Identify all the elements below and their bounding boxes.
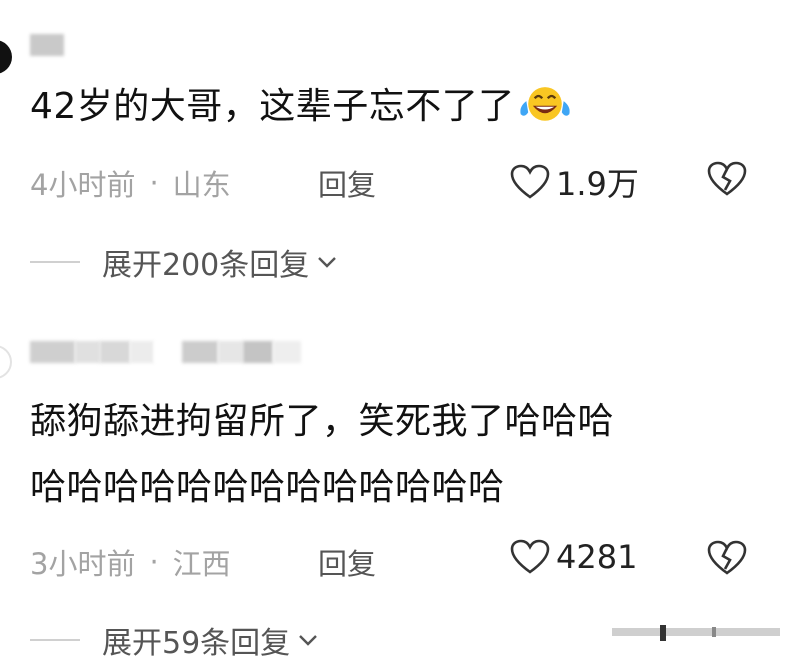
comment-body: 42岁的大哥，这辈子忘不了了	[30, 86, 515, 127]
broken-heart-icon[interactable]	[707, 160, 747, 198]
timestamp: 3小时前	[30, 547, 136, 581]
avatar[interactable]	[0, 345, 12, 379]
like-button[interactable]: 4281	[510, 538, 637, 576]
scrollbar[interactable]	[612, 625, 780, 641]
chevron-down-icon	[318, 257, 337, 268]
separator: ·	[149, 545, 159, 579]
separator: ·	[149, 166, 159, 200]
reply-button[interactable]: 回复	[318, 162, 376, 204]
username-blurred[interactable]	[30, 34, 64, 56]
comment-text-line-2: 哈哈哈哈哈哈哈哈哈哈哈哈哈	[30, 467, 505, 508]
heart-outline-icon	[510, 164, 550, 199]
comment-text: 42岁的大哥，这辈子忘不了了	[30, 82, 573, 128]
comment-meta: 3小时前 · 江西	[30, 541, 231, 583]
expand-replies-button[interactable]: 展开59条回复	[30, 618, 318, 657]
expand-replies-button[interactable]: 展开200条回复	[30, 240, 337, 284]
avatar[interactable]	[0, 40, 12, 74]
like-count: 1.9万	[556, 165, 639, 203]
like-count: 4281	[556, 538, 638, 576]
like-button[interactable]: 1.9万	[510, 159, 639, 205]
chevron-down-icon	[299, 635, 318, 646]
location: 山东	[172, 168, 231, 202]
expand-replies-label: 展开200条回复	[102, 248, 310, 283]
heart-outline-icon	[510, 539, 550, 574]
laughing-crying-emoji-icon	[520, 87, 570, 121]
divider-line	[30, 639, 80, 641]
username-blurred[interactable]	[30, 341, 301, 363]
expand-replies-label: 展开59条回复	[102, 626, 291, 657]
comment-text-line-1: 舔狗舔进拘留所了，笑死我了哈哈哈	[30, 401, 615, 442]
divider-line	[30, 261, 80, 263]
timestamp: 4小时前	[30, 168, 136, 202]
reply-button[interactable]: 回复	[318, 541, 376, 583]
location: 江西	[172, 547, 231, 581]
comment-meta: 4小时前 · 山东	[30, 162, 231, 204]
broken-heart-icon[interactable]	[707, 539, 747, 577]
